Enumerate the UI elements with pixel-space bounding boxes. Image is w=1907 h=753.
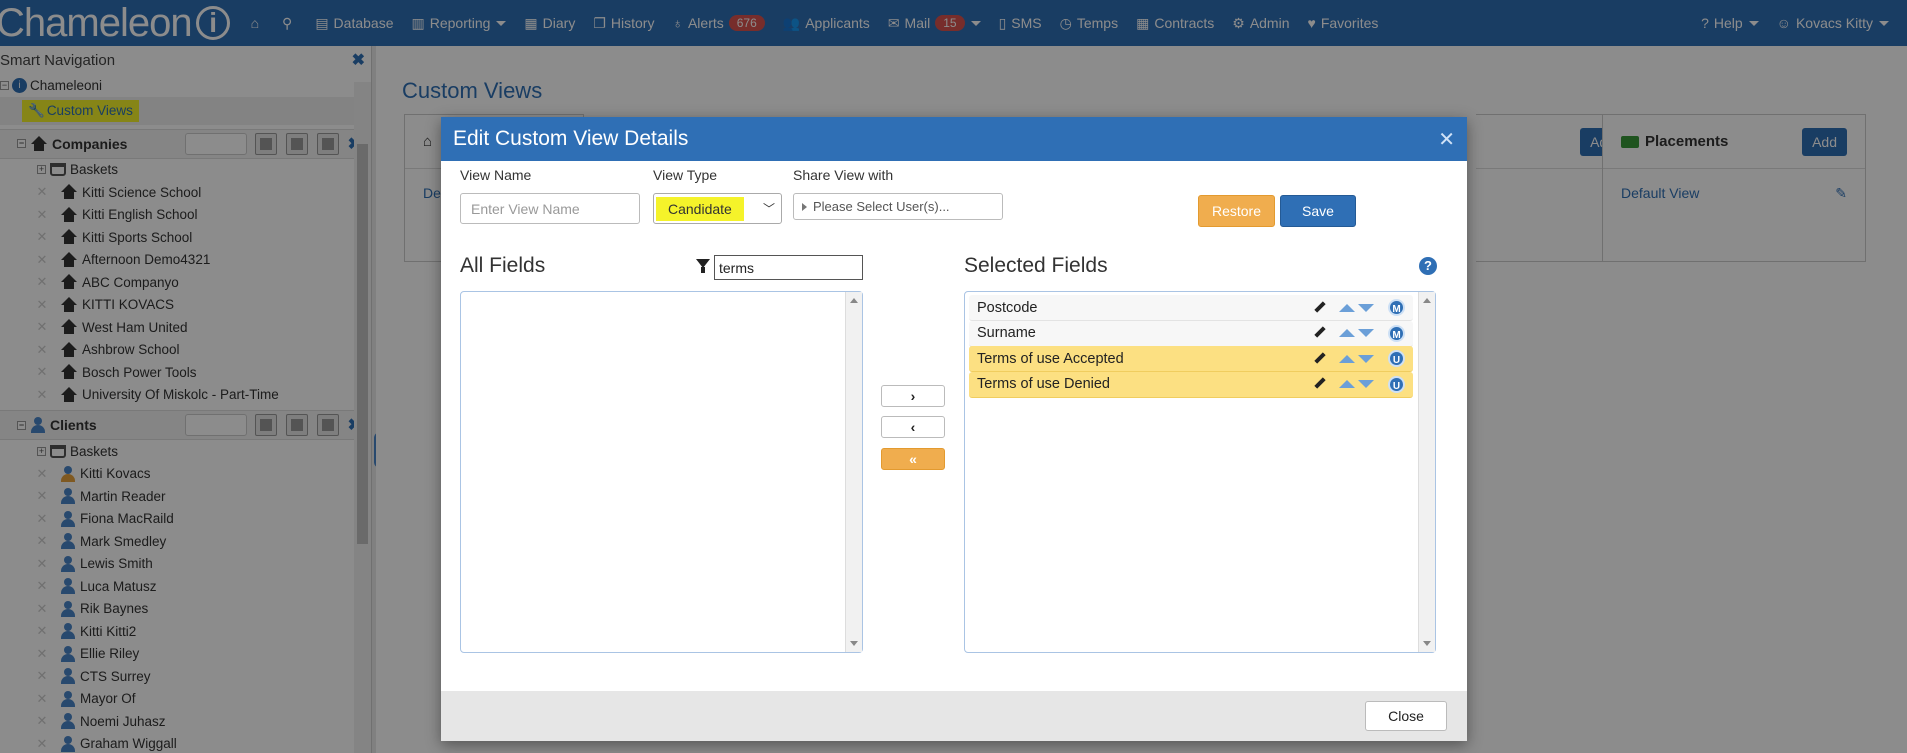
chevron-down-icon: ﹀ bbox=[762, 202, 775, 216]
scroll-up-icon[interactable] bbox=[1423, 298, 1431, 303]
selected-field-label: Postcode bbox=[977, 299, 1038, 316]
field-filter-input[interactable]: terms bbox=[714, 255, 863, 280]
scroll-up-icon[interactable] bbox=[850, 298, 858, 303]
selected-field-label: Terms of use Denied bbox=[977, 376, 1110, 392]
selected-fields-list[interactable]: Postcode M Surname M Terms of use Accepted U T… bbox=[964, 291, 1436, 653]
list-scrollbar[interactable] bbox=[1418, 292, 1435, 652]
field-controls: U bbox=[1313, 350, 1405, 367]
modal-header: Edit Custom View Details ✕ bbox=[441, 117, 1467, 161]
field-controls: M bbox=[1313, 299, 1405, 316]
selected-field-item[interactable]: Surname M bbox=[969, 320, 1413, 347]
view-type-value: Candidate bbox=[656, 196, 744, 221]
field-type-badge: U bbox=[1388, 350, 1405, 367]
field-controls: U bbox=[1313, 375, 1405, 393]
scroll-down-icon[interactable] bbox=[1423, 641, 1431, 646]
move-up-icon[interactable] bbox=[1339, 303, 1355, 312]
all-fields-list[interactable] bbox=[460, 291, 863, 653]
selected-field-item[interactable]: Postcode M bbox=[969, 295, 1413, 321]
pencil-icon[interactable] bbox=[1313, 326, 1327, 340]
close-icon[interactable]: ✕ bbox=[1438, 127, 1455, 152]
field-type-badge: M bbox=[1388, 299, 1405, 316]
selected-field-label: Terms of use Accepted bbox=[977, 350, 1124, 367]
share-users-select[interactable]: Please Select User(s)... bbox=[793, 193, 1003, 220]
field-type-badge: M bbox=[1388, 324, 1405, 342]
list-scrollbar[interactable] bbox=[845, 292, 862, 652]
view-name-input[interactable]: Enter View Name bbox=[460, 193, 640, 224]
move-up-icon[interactable] bbox=[1339, 354, 1355, 363]
modal-title: Edit Custom View Details bbox=[453, 127, 689, 150]
help-icon[interactable]: ? bbox=[1419, 257, 1437, 275]
filter-icon bbox=[696, 259, 710, 273]
move-down-icon[interactable] bbox=[1358, 354, 1374, 363]
close-button[interactable]: Close bbox=[1365, 701, 1447, 731]
field-controls: M bbox=[1313, 324, 1405, 342]
move-left-button[interactable]: ‹ bbox=[881, 416, 945, 438]
all-fields-title: All Fields bbox=[460, 254, 546, 277]
pencil-icon[interactable] bbox=[1313, 377, 1327, 391]
edit-custom-view-modal: Edit Custom View Details ✕ View Name Ent… bbox=[441, 117, 1467, 741]
selected-field-label: Surname bbox=[977, 325, 1036, 341]
view-type-select[interactable]: Candidate ﹀ bbox=[653, 193, 782, 224]
view-name-label: View Name bbox=[460, 167, 532, 183]
pencil-icon[interactable] bbox=[1313, 352, 1327, 366]
pencil-icon[interactable] bbox=[1313, 301, 1327, 315]
triangle-right-icon bbox=[802, 202, 807, 211]
share-view-label: Share View with bbox=[793, 167, 894, 183]
selected-fields-title: Selected Fields bbox=[964, 254, 1108, 277]
restore-button[interactable]: Restore bbox=[1198, 195, 1275, 227]
move-all-left-button[interactable]: « bbox=[881, 448, 945, 470]
move-down-icon[interactable] bbox=[1358, 380, 1374, 388]
move-down-icon[interactable] bbox=[1358, 329, 1374, 337]
share-placeholder: Please Select User(s)... bbox=[813, 199, 950, 214]
view-details-form: View Name Enter View Name View Type Cand… bbox=[460, 167, 1448, 227]
move-right-button[interactable]: › bbox=[881, 385, 945, 407]
move-down-icon[interactable] bbox=[1358, 303, 1374, 312]
selected-field-item[interactable]: Terms of use Denied U bbox=[969, 371, 1413, 398]
move-up-icon[interactable] bbox=[1339, 380, 1355, 388]
scroll-down-icon[interactable] bbox=[850, 641, 858, 646]
modal-footer: Close bbox=[441, 691, 1467, 741]
save-button[interactable]: Save bbox=[1280, 195, 1356, 227]
move-up-icon[interactable] bbox=[1339, 329, 1355, 337]
selected-field-item[interactable]: Terms of use Accepted U bbox=[969, 346, 1413, 372]
view-type-label: View Type bbox=[653, 167, 718, 183]
field-type-badge: U bbox=[1388, 375, 1405, 393]
